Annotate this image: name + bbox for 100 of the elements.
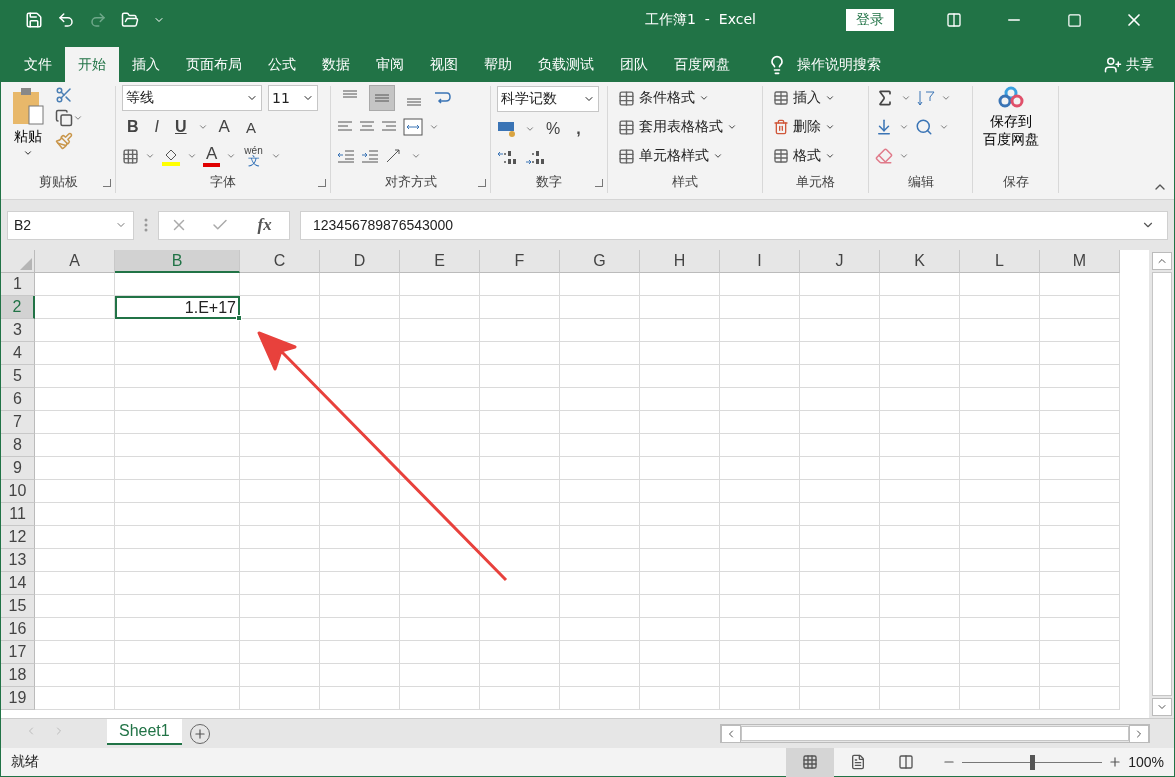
- cells-menu-button[interactable]: 插入: [769, 86, 839, 110]
- font-color-button[interactable]: A: [203, 145, 221, 167]
- row-header[interactable]: 6: [1, 388, 35, 411]
- scroll-up-button[interactable]: [1151, 252, 1172, 270]
- row-header[interactable]: 13: [1, 549, 35, 572]
- ribbon-tab[interactable]: 视图: [417, 47, 471, 82]
- ribbon-tab[interactable]: 帮助: [471, 47, 525, 82]
- caret-icon[interactable]: [197, 122, 208, 132]
- fill-handle[interactable]: [236, 315, 242, 321]
- percent-button[interactable]: %: [541, 120, 566, 138]
- row-header[interactable]: 5: [1, 365, 35, 388]
- styles-menu-button[interactable]: 条件格式: [614, 86, 741, 110]
- row-header[interactable]: 3: [1, 319, 35, 342]
- scroll-left-button[interactable]: [721, 725, 741, 743]
- row-header[interactable]: 11: [1, 503, 35, 526]
- caret-icon[interactable]: [270, 151, 281, 161]
- column-header[interactable]: L: [960, 250, 1040, 273]
- scrollbar-thumb[interactable]: [741, 726, 1129, 741]
- column-header[interactable]: K: [880, 250, 960, 273]
- caret-icon[interactable]: [145, 151, 155, 161]
- scroll-down-button[interactable]: [1151, 698, 1172, 716]
- column-header[interactable]: J: [800, 250, 880, 273]
- caret-icon[interactable]: [939, 122, 949, 132]
- phonetic-button[interactable]: wén 文: [242, 146, 265, 166]
- font-size-field[interactable]: 11: [268, 85, 318, 111]
- scrollbar-thumb[interactable]: [1151, 272, 1172, 696]
- tell-me-search[interactable]: 操作说明搜索: [761, 47, 887, 82]
- column-header[interactable]: I: [720, 250, 800, 273]
- folder-icon[interactable]: [121, 11, 139, 29]
- indent-icon[interactable]: [337, 149, 355, 163]
- cells-menu-button[interactable]: 格式: [769, 144, 839, 168]
- active-cell[interactable]: 1.E+17: [115, 296, 240, 319]
- caret-icon[interactable]: [525, 124, 535, 134]
- font-style-button[interactable]: U: [170, 118, 192, 136]
- redo-icon[interactable]: [89, 11, 107, 29]
- row-header[interactable]: 18: [1, 664, 35, 687]
- align-button[interactable]: [369, 85, 395, 111]
- sort-filter-icon[interactable]: [917, 89, 935, 107]
- column-header[interactable]: H: [640, 250, 720, 273]
- row-header[interactable]: 12: [1, 526, 35, 549]
- column-header[interactable]: M: [1040, 250, 1120, 273]
- normal-view-button[interactable]: [786, 747, 835, 777]
- fill-down-icon[interactable]: [875, 118, 893, 136]
- save-to-cloud-button[interactable]: 保存到 百度网盘: [979, 86, 1043, 173]
- caret-icon[interactable]: [187, 151, 197, 161]
- row-header[interactable]: 7: [1, 411, 35, 434]
- login-button[interactable]: 登录: [846, 9, 894, 31]
- column-header[interactable]: C: [240, 250, 320, 273]
- column-header[interactable]: G: [560, 250, 640, 273]
- launcher-icon[interactable]: [595, 179, 603, 187]
- row-header[interactable]: 4: [1, 342, 35, 365]
- insert-function-button[interactable]: fx: [251, 214, 278, 236]
- ribbon-tab[interactable]: 数据: [309, 47, 363, 82]
- font-style-button[interactable]: I: [149, 118, 164, 136]
- merge-icon[interactable]: [403, 118, 423, 136]
- caret-icon[interactable]: [429, 122, 439, 132]
- column-header[interactable]: E: [400, 250, 480, 273]
- styles-menu-button[interactable]: 单元格样式: [614, 144, 741, 168]
- column-header[interactable]: D: [320, 250, 400, 273]
- name-box[interactable]: B2: [7, 210, 134, 240]
- save-icon[interactable]: [25, 11, 43, 29]
- ribbon-tab[interactable]: 百度网盘: [661, 47, 743, 82]
- zoom-in-icon[interactable]: [1108, 755, 1123, 769]
- row-header[interactable]: 8: [1, 434, 35, 457]
- launcher-icon[interactable]: [478, 179, 486, 187]
- ribbon-tab[interactable]: 页面布局: [173, 47, 255, 82]
- formula-field[interactable]: 123456789876543000: [300, 210, 1168, 240]
- row-header[interactable]: 16: [1, 618, 35, 641]
- zoom-thumb[interactable]: [1030, 754, 1036, 770]
- eraser-icon[interactable]: [875, 147, 893, 165]
- align-text-icon[interactable]: [359, 120, 375, 134]
- row-header[interactable]: 1: [1, 273, 35, 296]
- launcher-icon[interactable]: [318, 179, 326, 187]
- decimal-icon[interactable]: [497, 149, 519, 167]
- number-format-field[interactable]: 科学记数: [497, 86, 599, 112]
- ribbon-tab[interactable]: 开始: [65, 47, 119, 82]
- sheet-tab[interactable]: Sheet1: [107, 719, 182, 745]
- row-header[interactable]: 19: [1, 687, 35, 710]
- border-icon[interactable]: [122, 147, 139, 165]
- align-text-icon[interactable]: [381, 120, 397, 134]
- ribbon-tab[interactable]: 审阅: [363, 47, 417, 82]
- row-header[interactable]: 17: [1, 641, 35, 664]
- align-text-icon[interactable]: [337, 120, 353, 134]
- column-header[interactable]: A: [35, 250, 115, 273]
- caret-icon[interactable]: [901, 93, 911, 103]
- ribbon-tab[interactable]: 负载测试: [525, 47, 607, 82]
- row-header[interactable]: 14: [1, 572, 35, 595]
- caret-icon[interactable]: [411, 151, 421, 161]
- ribbon-tab[interactable]: 公式: [255, 47, 309, 82]
- row-header[interactable]: 10: [1, 480, 35, 503]
- undo-icon[interactable]: [57, 11, 75, 29]
- paste-button[interactable]: 粘贴: [7, 86, 49, 173]
- decimal-icon[interactable]: [525, 149, 547, 167]
- row-header[interactable]: 15: [1, 595, 35, 618]
- search-icon[interactable]: [915, 118, 933, 136]
- font-size-button[interactable]: A: [240, 118, 261, 136]
- caret-icon[interactable]: [73, 113, 83, 123]
- scroll-right-button[interactable]: [1129, 725, 1149, 743]
- comma-button[interactable]: ,: [571, 120, 586, 138]
- font-name-field[interactable]: 等线: [122, 85, 262, 111]
